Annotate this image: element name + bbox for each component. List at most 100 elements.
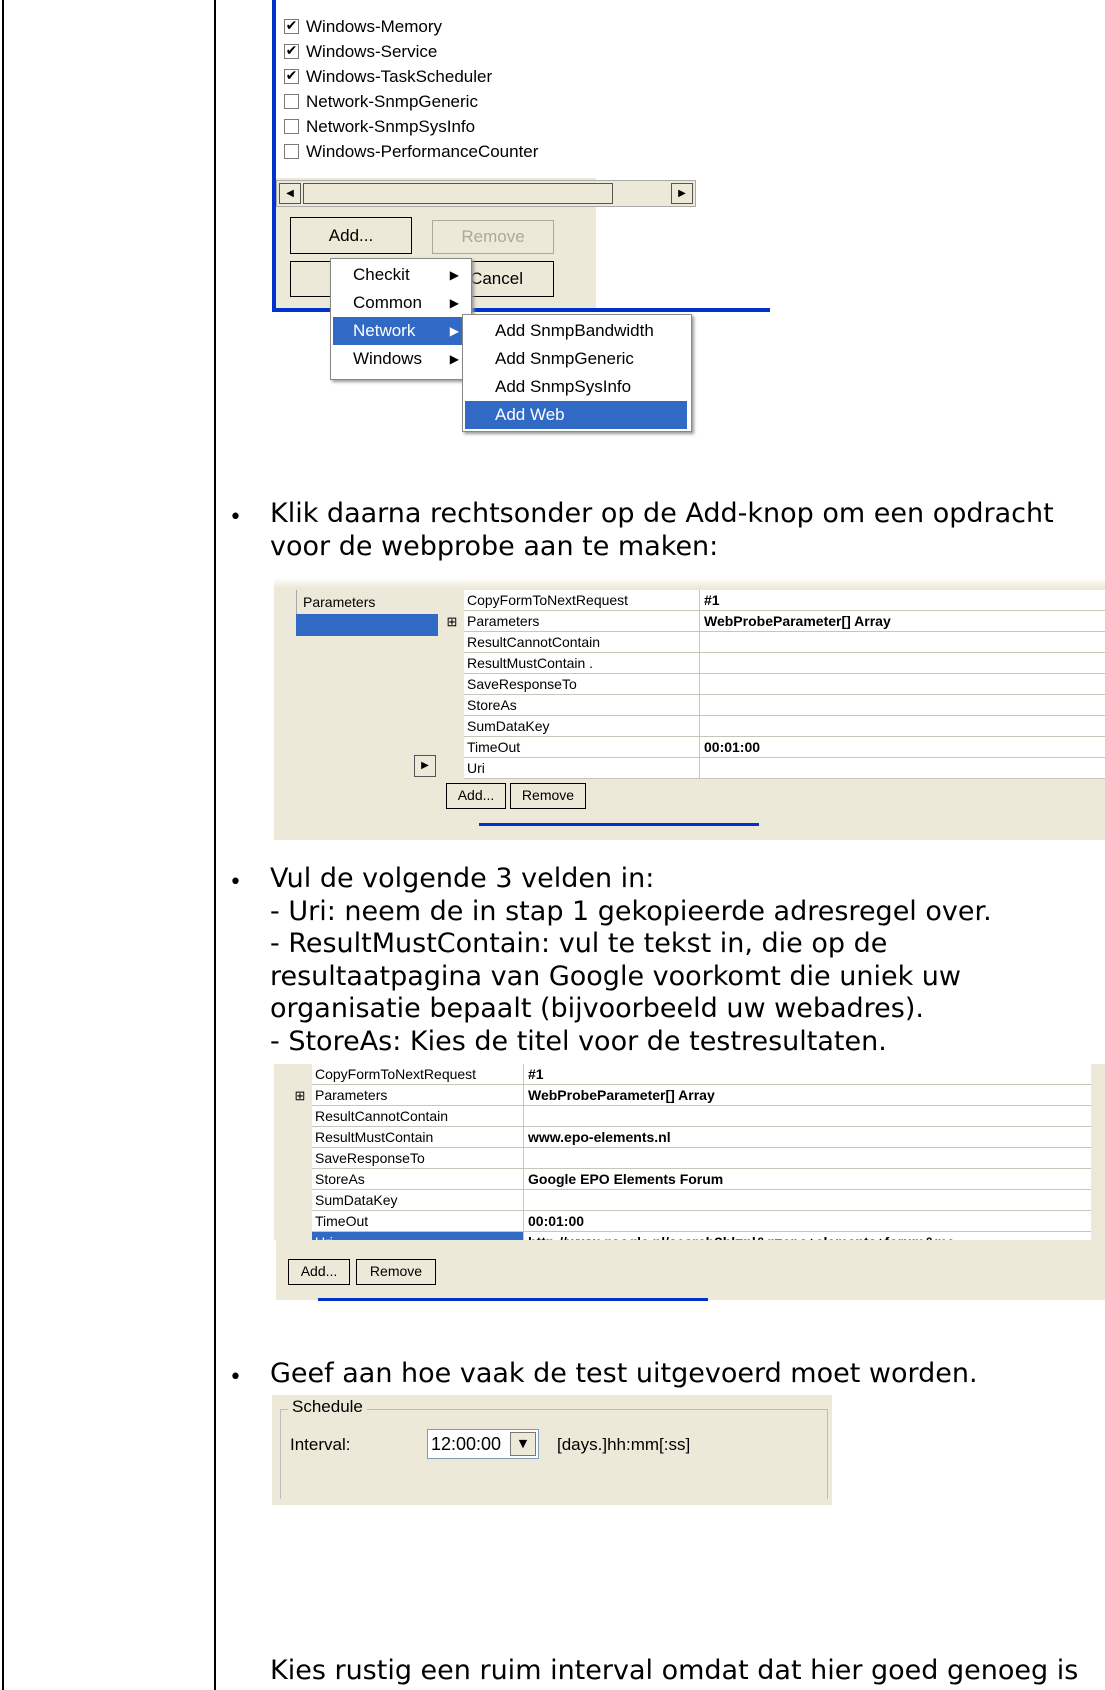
grid-property-value[interactable]: WebProbeParameter[] Array [700,611,1105,632]
grid-row[interactable]: TimeOut 00:01:00 [440,737,1105,758]
grid-add-button[interactable]: Add... [288,1259,350,1285]
bullet-3: • [229,1365,242,1390]
row-gutter [288,1211,312,1232]
grid-row[interactable]: SumDataKey [288,1190,1091,1211]
checklist-item[interactable]: Network-SnmpGeneric [284,91,594,113]
grid-remove-button[interactable]: Remove [356,1259,436,1285]
checkbox[interactable]: ✔ [284,69,299,84]
step1-line2: voor de webprobe aan te maken: [270,531,719,562]
row-gutter [440,632,464,653]
row-gutter [440,695,464,716]
checkbox[interactable]: ✔ [284,19,299,34]
checkbox[interactable] [284,144,299,159]
grid-row[interactable]: ResultCannotContain [288,1106,1091,1127]
grid-row[interactable]: SaveResponseTo [288,1148,1091,1169]
menu-item-label: Checkit [353,265,410,284]
parameters-selected-item[interactable] [296,614,438,636]
grid-row[interactable]: SumDataKey [440,716,1105,737]
grid-property-value[interactable]: 00:01:00 [700,737,1105,758]
grid-property-name: TimeOut [312,1211,524,1232]
grid-property-value[interactable] [700,758,1105,779]
grid-property-name: SumDataKey [464,716,700,737]
grid-property-value[interactable]: http://www.google.nl/search?hl=nl&q=epo+… [524,1232,1091,1240]
grid-row[interactable]: CopyFormToNextRequest #1 [288,1064,1091,1085]
grid-row[interactable]: ⊞ Parameters WebProbeParameter[] Array [440,611,1105,632]
submenu-item[interactable]: Add SnmpBandwidth [465,317,687,345]
menu-item[interactable]: Common ▶ [333,289,467,317]
grid-property-value[interactable]: Google EPO Elements Forum [524,1169,1091,1190]
remove-button[interactable]: Remove [432,220,554,254]
grid-property-value[interactable] [700,716,1105,737]
grid-property-name: SumDataKey [312,1190,524,1211]
checklist-item[interactable]: Windows-PerformanceCounter [284,141,594,163]
menu-item[interactable]: Windows ▶ [333,345,467,373]
grid-row[interactable]: ResultMustContain www.epo-elements.nl [288,1127,1091,1148]
checkbox[interactable] [284,119,299,134]
grid-property-value[interactable] [700,653,1105,674]
checklist-item[interactable]: ✔ Windows-Memory [284,16,594,38]
grid-remove-button[interactable]: Remove [510,783,586,809]
grid-row[interactable]: StoreAs [440,695,1105,716]
grid-row[interactable]: ResultCannotContain [440,632,1105,653]
grid-row[interactable]: SaveResponseTo [440,674,1105,695]
submenu-arrow-icon: ▶ [449,324,459,338]
grid-property-value[interactable] [524,1106,1091,1127]
grid-property-value[interactable] [524,1190,1091,1211]
menu-item[interactable]: Network ▶ [333,317,467,345]
grid-row[interactable]: TimeOut 00:01:00 [288,1211,1091,1232]
scroll-right-icon[interactable]: ▶ [414,755,436,777]
horizontal-scrollbar[interactable]: ◀ ▶ [276,180,696,207]
step1-line1: Klik daarna rechtsonder op de Add-knop o… [270,498,1054,529]
submenu-arrow-icon: ▶ [449,268,459,282]
grid-property-name: CopyFormToNextRequest [312,1064,524,1085]
grid-property-value[interactable]: WebProbeParameter[] Array [524,1085,1091,1106]
scroll-right-icon[interactable]: ▶ [671,183,693,204]
grid-property-value[interactable]: 00:01:00 [524,1211,1091,1232]
row-gutter [288,1232,312,1240]
grid-property-value[interactable] [524,1148,1091,1169]
checklist-item[interactable]: ✔ Windows-TaskScheduler [284,66,594,88]
row-gutter [288,1169,312,1190]
step2-line: - ResultMustContain: vul te tekst in, di… [270,928,888,959]
row-gutter [288,1190,312,1211]
grid-property-value[interactable] [700,632,1105,653]
grid-row[interactable]: ResultMustContain . [440,653,1105,674]
row-gutter [440,716,464,737]
chevron-down-icon[interactable]: ▼ [510,1432,536,1456]
step2-line: resultaatpagina van Google voorkomt die … [270,960,962,992]
grid-property-value[interactable]: #1 [700,590,1105,611]
add-button[interactable]: Add... [290,217,412,254]
expand-icon[interactable]: ⊞ [440,611,464,632]
submenu-item[interactable]: Add SnmpGeneric [465,345,687,373]
checkbox[interactable] [284,94,299,109]
row-gutter [440,758,464,779]
footer-text: Kies rustig een ruim interval omdat dat … [270,1655,1079,1686]
grid-add-button[interactable]: Add... [446,783,506,809]
grid-top-fade [274,578,1105,588]
submenu-item[interactable]: Add Web [465,401,687,429]
grid-row[interactable]: Urihttp://www.google.nl/search?hl=nl&q=e… [288,1232,1091,1240]
menu-item[interactable]: Checkit ▶ [333,261,467,289]
grid-row[interactable]: ⊞ Parameters WebProbeParameter[] Array [288,1085,1091,1106]
grid-property-value[interactable] [700,674,1105,695]
scroll-left-icon[interactable]: ◀ [279,183,301,204]
step2-line: - StoreAs: Kies de titel voor de testres… [270,1025,887,1057]
grid-property-value[interactable] [700,695,1105,716]
schedule-group: Schedule Interval: 12:00:00 ▼ [days.]hh:… [272,1395,832,1505]
schedule-label: Schedule [288,1397,367,1417]
add-context-menu: Checkit ▶ Common ▶ Network ▶ Windows ▶ [330,258,472,380]
grid-row[interactable]: StoreAs Google EPO Elements Forum [288,1169,1091,1190]
grid-row[interactable]: CopyFormToNextRequest #1 [440,590,1105,611]
grid-property-value[interactable]: www.epo-elements.nl [524,1127,1091,1148]
grid-row[interactable]: Uri [440,758,1105,779]
submenu-item[interactable]: Add SnmpSysInfo [465,373,687,401]
expand-icon[interactable]: ⊞ [288,1085,312,1106]
checklist-item[interactable]: Network-SnmpSysInfo [284,116,594,138]
row-gutter [288,1064,312,1085]
grid-property-value[interactable]: #1 [524,1064,1091,1085]
interval-format-hint: [days.]hh:mm[:ss] [557,1435,691,1454]
scroll-thumb[interactable] [303,183,613,204]
checklist-item[interactable]: ✔ Windows-Service [284,41,594,63]
checkbox[interactable]: ✔ [284,44,299,59]
row-gutter [440,653,464,674]
